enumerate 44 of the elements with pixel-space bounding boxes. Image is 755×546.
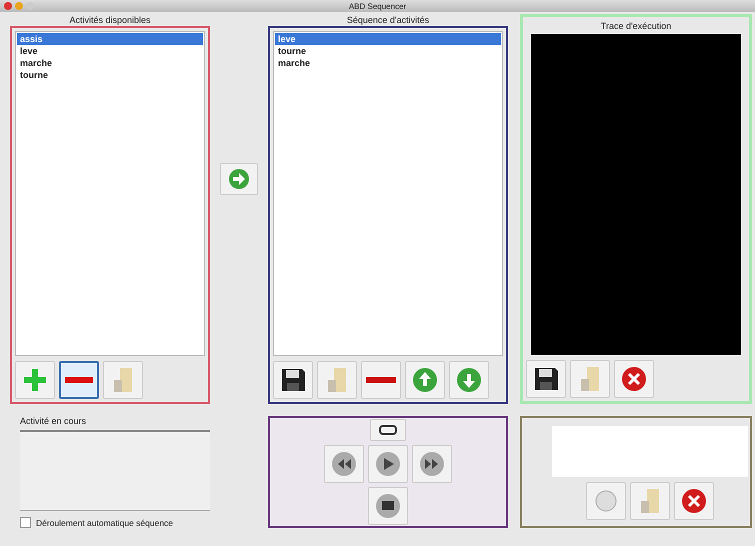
close-icon bbox=[681, 488, 707, 514]
list-item[interactable]: tourne bbox=[17, 69, 203, 81]
add-to-sequence-button[interactable] bbox=[220, 163, 258, 195]
document-icon bbox=[639, 487, 661, 515]
close-button[interactable] bbox=[614, 360, 654, 398]
minus-icon bbox=[366, 376, 396, 384]
fast-forward-icon bbox=[419, 451, 445, 477]
document-icon bbox=[112, 366, 134, 394]
play-icon bbox=[375, 451, 401, 477]
checkbox[interactable] bbox=[20, 517, 31, 528]
panel-title: Séquence d'activités bbox=[346, 14, 430, 26]
save-button[interactable] bbox=[526, 360, 566, 398]
document-icon bbox=[326, 366, 348, 394]
close-icon bbox=[621, 366, 647, 392]
list-item[interactable]: assis bbox=[17, 33, 203, 45]
list-item[interactable]: leve bbox=[17, 45, 203, 57]
document-icon bbox=[579, 365, 601, 393]
plus-icon bbox=[22, 367, 48, 393]
close-button[interactable] bbox=[674, 482, 714, 520]
window-title: ABD Sequencer bbox=[348, 2, 406, 10]
current-activity-field[interactable] bbox=[20, 430, 210, 511]
blob-icon bbox=[593, 488, 619, 514]
save-button[interactable] bbox=[273, 361, 313, 399]
list-item[interactable]: tourne bbox=[275, 45, 501, 57]
play-button[interactable] bbox=[368, 445, 408, 483]
rewind-icon bbox=[331, 451, 357, 477]
rewind-button[interactable] bbox=[324, 445, 364, 483]
field-label: Activité en cours bbox=[20, 416, 88, 428]
fast-forward-button[interactable] bbox=[412, 445, 452, 483]
remove-button[interactable] bbox=[59, 361, 99, 399]
list-item[interactable]: marche bbox=[275, 57, 501, 69]
stop-button[interactable] bbox=[368, 487, 408, 525]
list-item[interactable]: marche bbox=[17, 57, 203, 69]
minus-icon bbox=[65, 376, 93, 384]
loop-icon bbox=[378, 424, 398, 436]
panel-title: Activités disponibles bbox=[68, 14, 152, 26]
close-icon[interactable] bbox=[4, 2, 12, 10]
move-up-button[interactable] bbox=[405, 361, 445, 399]
add-button[interactable] bbox=[15, 361, 55, 399]
loop-button[interactable] bbox=[370, 419, 406, 441]
panel-title: Trace d'exécution bbox=[600, 20, 672, 32]
checkbox-label: Déroulement automatique séquence bbox=[36, 518, 174, 528]
move-down-button[interactable] bbox=[449, 361, 489, 399]
list-item[interactable]: leve bbox=[275, 33, 501, 45]
